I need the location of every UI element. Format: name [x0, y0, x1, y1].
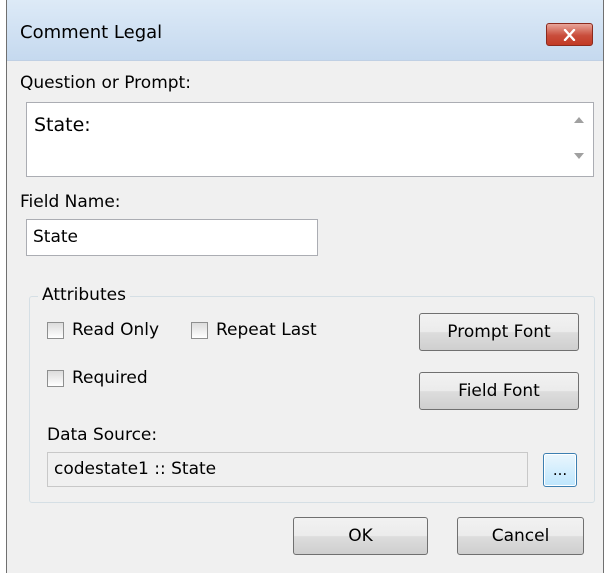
prompt-text: State: — [34, 114, 91, 136]
field-name-label: Field Name: — [20, 192, 121, 212]
attributes-group-label: Attributes — [38, 285, 130, 305]
data-source-browse-button[interactable]: ... — [543, 453, 577, 487]
window-title: Comment Legal — [20, 22, 163, 43]
dialog-window: Comment Legal Question or Prompt: State:… — [6, 0, 604, 573]
field-name-input[interactable]: State — [26, 219, 318, 256]
repeat-last-checkbox[interactable]: Repeat Last — [191, 320, 317, 340]
read-only-checkbox[interactable]: Read Only — [47, 320, 159, 340]
title-bar[interactable]: Comment Legal — [7, 0, 603, 61]
data-source-field: codestate1 :: State — [47, 452, 528, 487]
required-label: Required — [72, 368, 148, 388]
prompt-label: Question or Prompt: — [20, 73, 191, 93]
prompt-font-button[interactable]: Prompt Font — [419, 313, 579, 351]
scroll-up-arrow-icon[interactable] — [574, 117, 584, 123]
read-only-checkbox-box[interactable] — [47, 321, 64, 339]
close-icon — [563, 28, 576, 41]
data-source-label: Data Source: — [47, 425, 158, 445]
required-checkbox[interactable]: Required — [47, 368, 148, 388]
read-only-label: Read Only — [72, 320, 160, 340]
prompt-scrollbar[interactable] — [565, 103, 593, 176]
close-button[interactable] — [546, 23, 593, 46]
scroll-down-arrow-icon[interactable] — [574, 153, 584, 159]
field-font-button[interactable]: Field Font — [419, 372, 579, 410]
prompt-textarea[interactable]: State: — [26, 102, 594, 177]
required-checkbox-box[interactable] — [47, 369, 64, 387]
repeat-last-checkbox-box[interactable] — [191, 321, 208, 339]
ok-button[interactable]: OK — [293, 517, 428, 555]
cancel-button[interactable]: Cancel — [457, 517, 584, 555]
repeat-last-label: Repeat Last — [216, 320, 317, 340]
